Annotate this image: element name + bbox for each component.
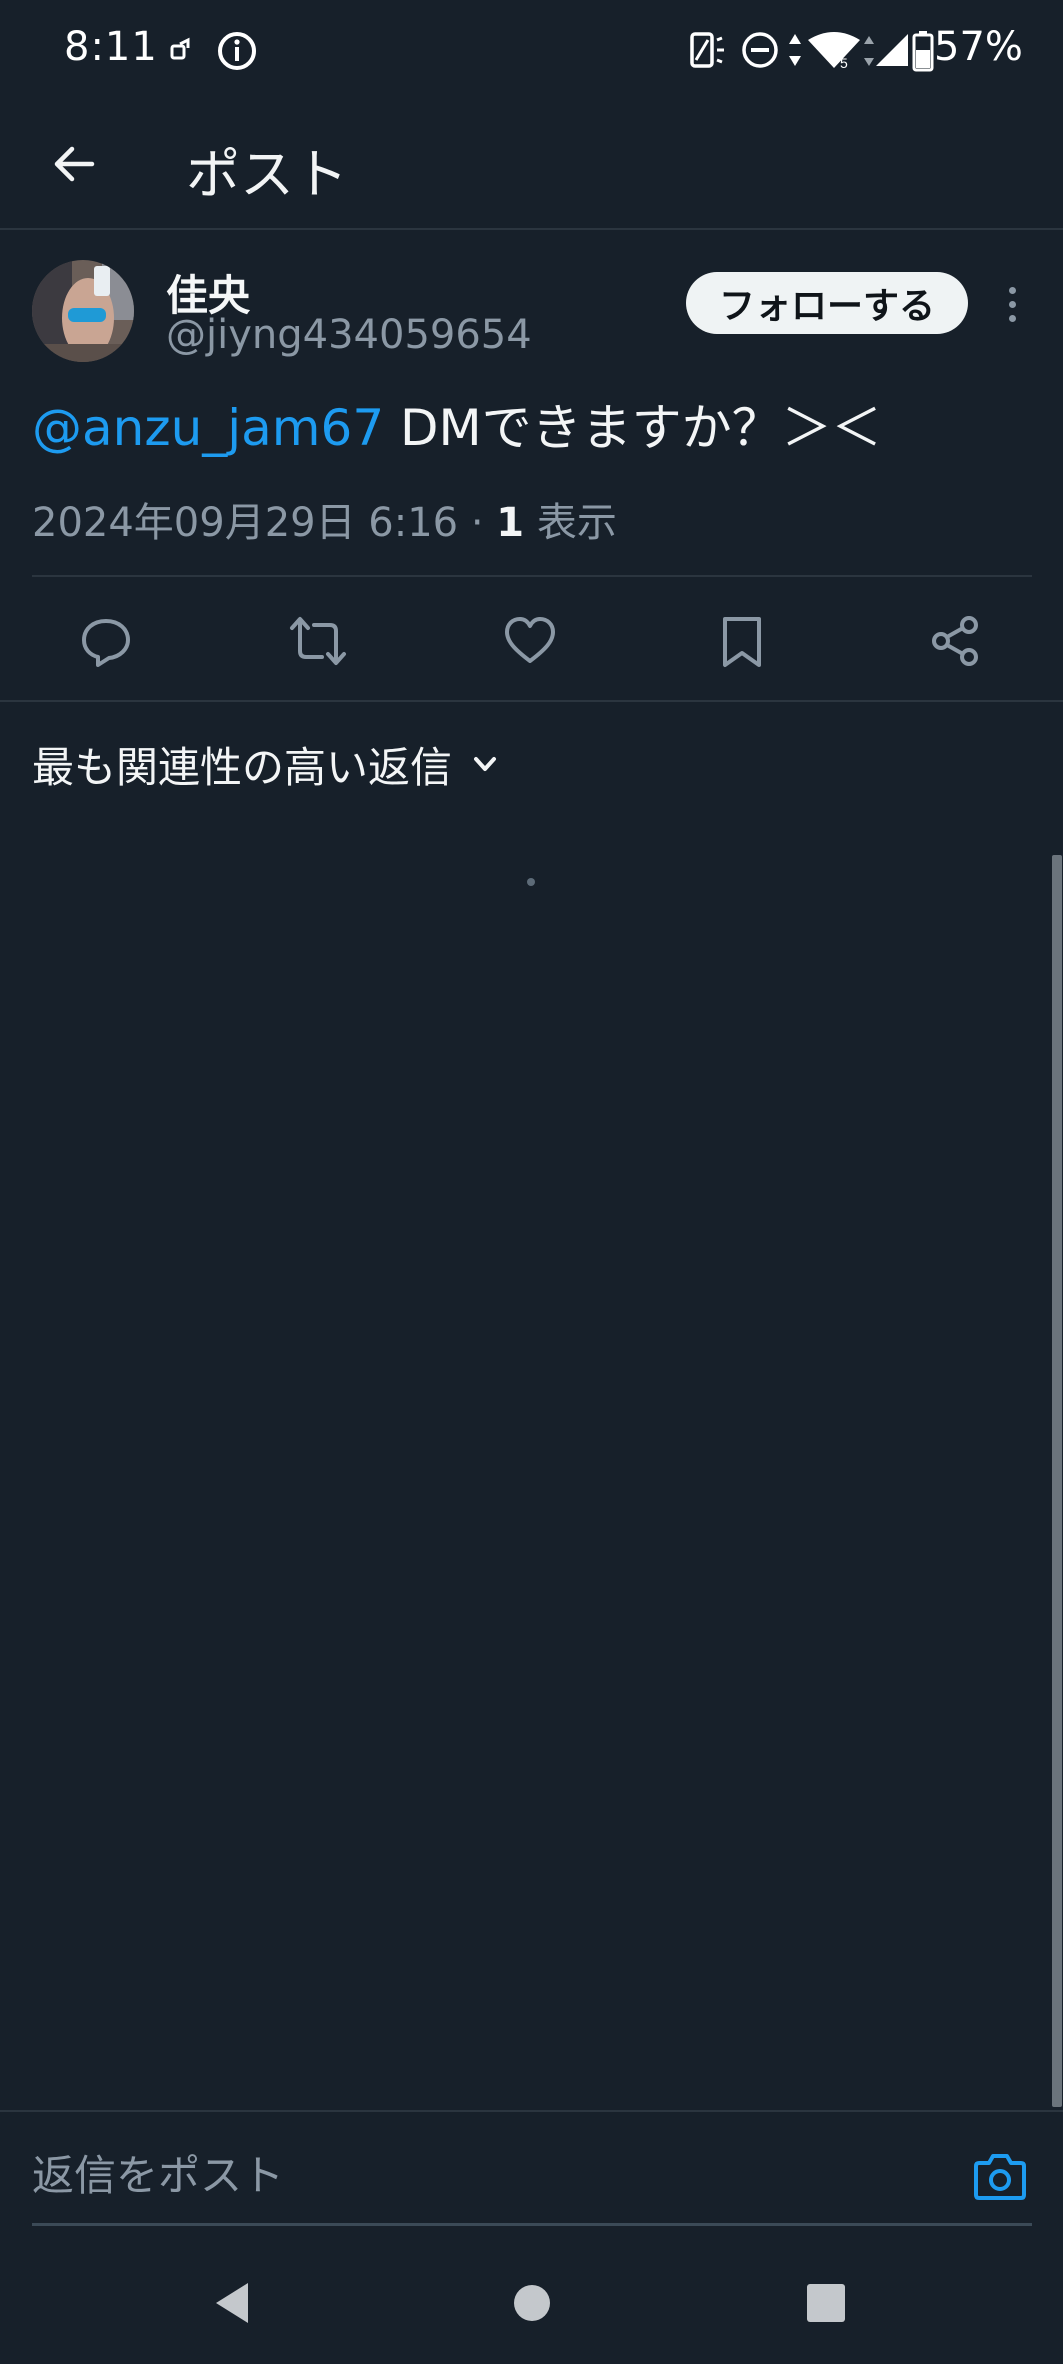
notification-icon — [166, 36, 194, 68]
status-bar: 8:11 5 57% — [0, 0, 1063, 104]
more-options-button[interactable] — [992, 278, 1032, 330]
battery-icon — [912, 30, 934, 76]
divider — [32, 575, 1032, 577]
like-icon — [505, 617, 555, 663]
camera-button[interactable] — [970, 2146, 1030, 2206]
follow-button[interactable]: フォローする — [686, 272, 968, 334]
dnd-icon — [740, 30, 780, 74]
camera-icon — [974, 2154, 1026, 2200]
mention-link[interactable]: @anzu_jam67 — [32, 399, 384, 457]
post-body: DMできますか？＞＜ — [384, 399, 882, 457]
repost-icon — [290, 617, 346, 665]
top-app-bar: ポスト — [0, 104, 1063, 230]
nav-recents-button[interactable] — [781, 2268, 871, 2338]
svg-text:5: 5 — [840, 55, 848, 70]
home-circle-icon — [514, 2285, 550, 2321]
vibrate-icon — [688, 30, 728, 74]
reply-sort-label: 最も関連性の高い返信 — [32, 742, 453, 792]
meta-separator: · — [458, 500, 497, 546]
wifi-icon: 5 — [806, 30, 862, 74]
divider — [0, 700, 1063, 702]
more-dot-icon — [1008, 314, 1016, 322]
share-icon — [932, 616, 978, 666]
status-time: 8:11 — [64, 24, 158, 70]
reply-input[interactable] — [32, 2140, 932, 2210]
recents-square-icon — [807, 2284, 845, 2322]
view-label: 表示 — [524, 500, 617, 546]
avatar[interactable] — [32, 260, 134, 362]
like-button[interactable] — [485, 596, 575, 686]
back-button[interactable] — [38, 128, 110, 200]
reply-sort-dropdown[interactable]: 最も関連性の高い返信 — [32, 732, 500, 796]
more-dot-icon — [1008, 300, 1016, 308]
post-timestamp[interactable]: 2024年09月29日 6:16 — [32, 500, 458, 546]
loading-indicator — [527, 878, 535, 886]
data-arrows-icon — [786, 30, 804, 74]
reply-icon — [82, 619, 130, 667]
chevron-down-icon — [474, 757, 497, 771]
signal-icon — [874, 32, 910, 72]
page-title: ポスト — [186, 143, 348, 206]
back-triangle-icon — [216, 2283, 248, 2323]
bookmark-icon — [723, 617, 761, 667]
post-meta: 2024年09月29日 6:16 · 1 表示 — [32, 490, 617, 548]
bookmark-button[interactable] — [697, 596, 787, 686]
repost-button[interactable] — [273, 596, 363, 686]
reply-button[interactable] — [61, 596, 151, 686]
view-count: 1 — [496, 500, 525, 546]
more-dot-icon — [1008, 286, 1016, 294]
battery-percent: 57% — [934, 24, 1023, 70]
share-button[interactable] — [910, 596, 1000, 686]
post-text: @anzu_jam67 DMできますか？＞＜ — [32, 388, 882, 460]
nav-home-button[interactable] — [487, 2268, 577, 2338]
user-handle[interactable]: @jiyng434059654 — [166, 312, 532, 358]
input-underline — [32, 2223, 1032, 2226]
arrow-left-icon — [54, 146, 95, 182]
nav-back-button[interactable] — [187, 2268, 277, 2338]
info-icon — [216, 30, 258, 76]
divider — [0, 2110, 1063, 2112]
scrollbar[interactable] — [1052, 855, 1062, 2107]
